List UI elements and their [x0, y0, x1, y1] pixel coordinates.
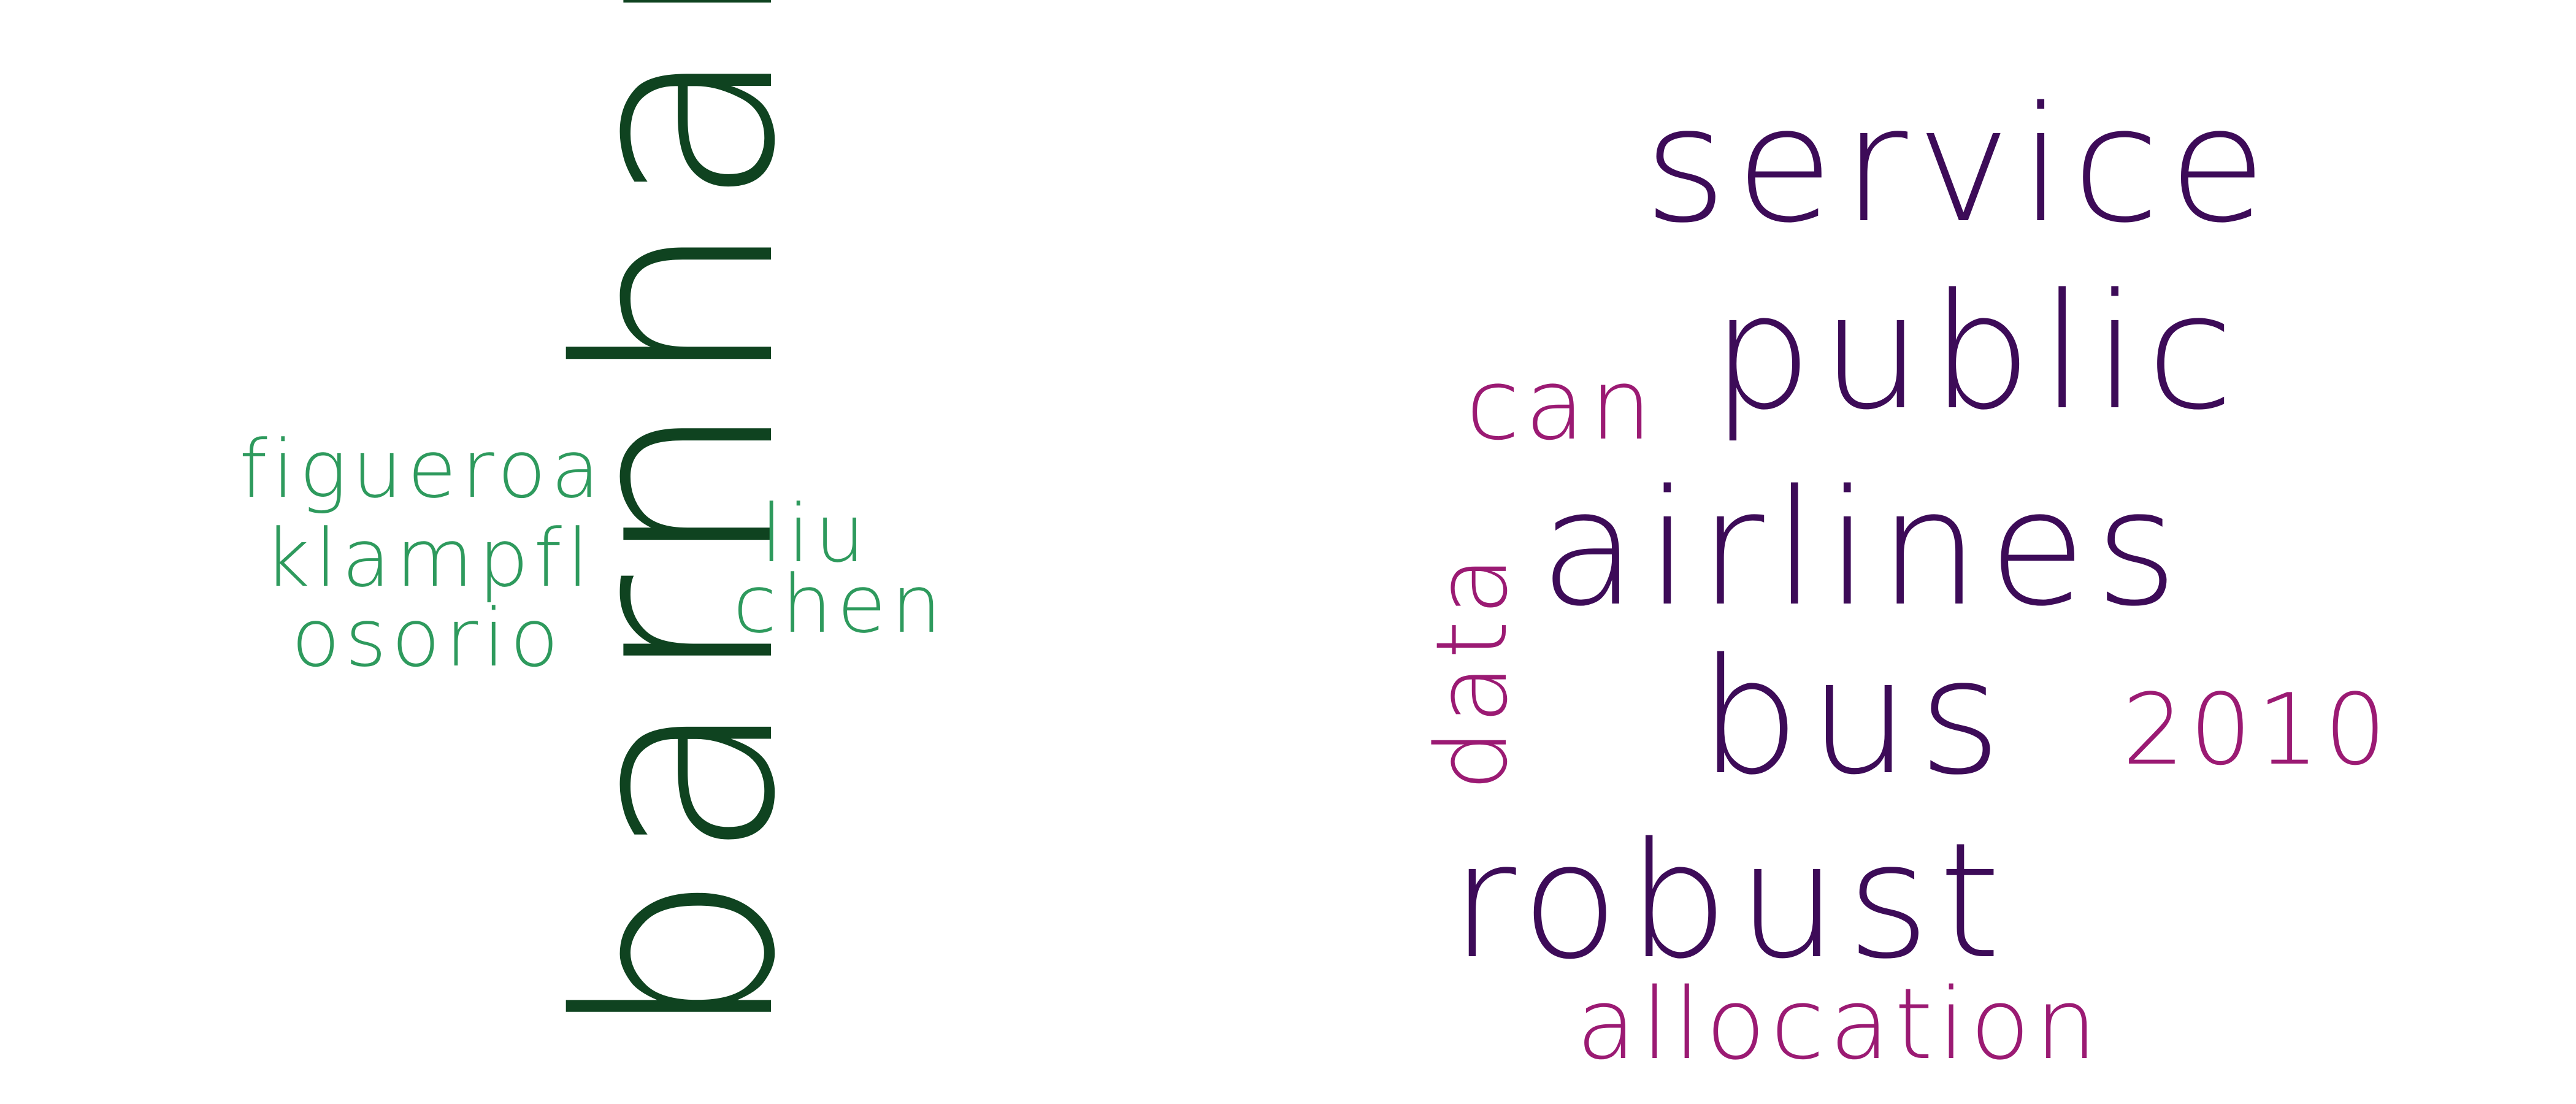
word-robust: robust	[1451, 809, 2010, 994]
word-bus: bus	[1699, 625, 2011, 810]
word-klampfl: klampfl	[264, 512, 594, 605]
word-can: can	[1466, 347, 1657, 462]
word-service: service	[1644, 73, 2275, 258]
word-airlines: airlines	[1539, 456, 2187, 642]
word-chen: chen	[733, 558, 947, 651]
word-cloud: barnhart figueroa klampfl osorio liu che…	[0, 0, 2576, 1104]
word-osorio: osorio	[291, 591, 564, 684]
word-data: data	[1414, 550, 1529, 791]
word-allocation: allocation	[1576, 967, 2103, 1081]
word-public: public	[1711, 260, 2243, 445]
word-figueroa: figueroa	[239, 423, 605, 516]
word-2010: 2010	[2122, 672, 2392, 787]
